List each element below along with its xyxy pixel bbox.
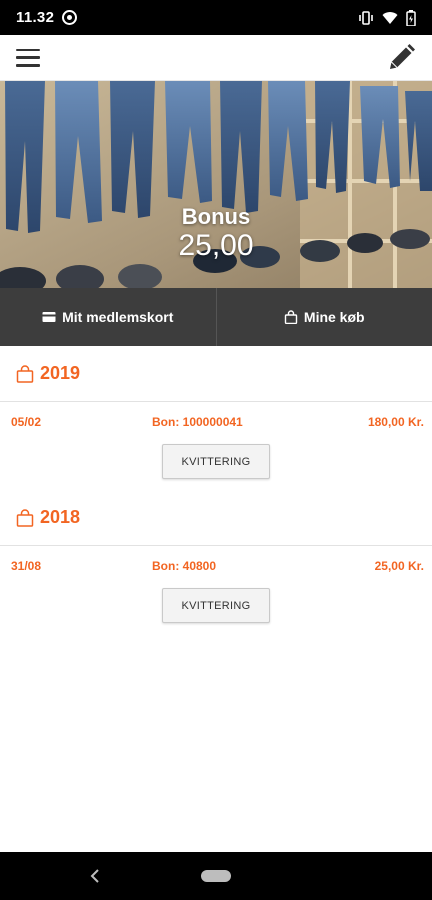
hamburger-menu-icon[interactable]	[16, 48, 40, 67]
status-time: 11.32	[16, 9, 55, 26]
list-item: 05/02 Bon: 100000041 180,00 Kr. KVITTERI…	[0, 402, 432, 490]
purchase-bon-number: Bon: 100000041	[152, 415, 243, 429]
purchase-row: 05/02 Bon: 100000041 180,00 Kr.	[0, 414, 432, 430]
app-bar	[0, 35, 432, 81]
tab-my-purchases[interactable]: Mine køb	[215, 288, 432, 346]
year-header: 2018	[0, 490, 432, 546]
battery-icon	[406, 9, 416, 26]
list-item: 31/08 Bon: 40800 25,00 Kr. KVITTERING	[0, 546, 432, 634]
bonus-label: Bonus	[181, 204, 251, 229]
receipt-button[interactable]: KVITTERING	[162, 588, 270, 623]
purchase-bon-number: Bon: 40800	[152, 559, 217, 573]
purchase-date: 31/08	[11, 559, 42, 573]
tab-bar: Mit medlemskort Mine køb	[0, 288, 432, 346]
shopping-bag-icon	[16, 364, 34, 383]
purchase-amount: 25,00 Kr.	[374, 559, 424, 573]
wifi-icon	[382, 11, 398, 24]
year-label: 2019	[40, 363, 81, 383]
tab-membership-card-label: Mit medlemskort	[62, 309, 174, 325]
app-notification-icon	[62, 10, 78, 25]
back-icon[interactable]	[88, 866, 102, 886]
tab-membership-card[interactable]: Mit medlemskort	[0, 288, 216, 346]
bonus-value: 25,00	[178, 229, 254, 262]
purchase-amount: 180,00 Kr.	[367, 415, 424, 429]
purchase-list: 2019 05/02 Bon: 100000041 180,00 Kr. KVI…	[0, 346, 432, 634]
system-nav-bar	[0, 852, 432, 900]
shopping-bag-icon	[16, 508, 34, 527]
shopping-bag-icon	[284, 310, 298, 324]
year-label: 2018	[40, 507, 81, 527]
pencil-edit-icon[interactable]	[384, 41, 418, 75]
home-pill-icon[interactable]	[201, 870, 231, 882]
vibrate-icon	[359, 10, 373, 25]
receipt-button[interactable]: KVITTERING	[162, 444, 270, 479]
card-icon	[42, 312, 56, 322]
tab-my-purchases-label: Mine køb	[303, 309, 365, 325]
status-bar: 11.32	[0, 0, 432, 35]
purchase-date: 05/02	[11, 415, 42, 429]
status-icons	[358, 9, 416, 26]
year-header: 2019	[0, 346, 432, 402]
bonus-banner: Bonus 25,00	[0, 81, 432, 288]
purchase-row: 31/08 Bon: 40800 25,00 Kr.	[0, 558, 432, 574]
